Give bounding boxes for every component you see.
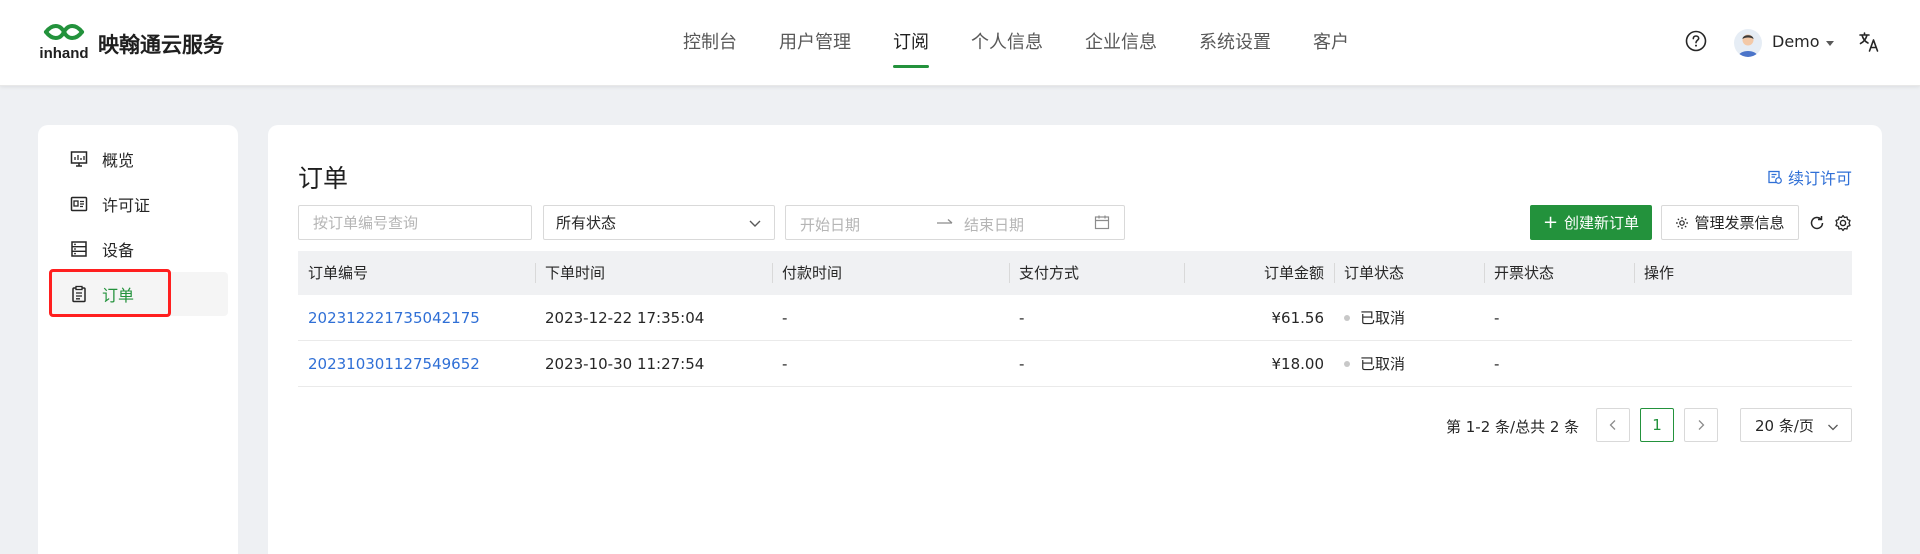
table-header: 订单编号 下单时间 付款时间 支付方式 订单金额 订单状态 开票状态 操作 — [298, 251, 1852, 295]
avatar[interactable] — [1734, 29, 1762, 57]
sidebar-item-label: 概览 — [102, 151, 135, 170]
create-order-label: 创建新订单 — [1564, 214, 1640, 232]
nav-console[interactable]: 控制台 — [662, 0, 758, 86]
orders-table: 订单编号 下单时间 付款时间 支付方式 订单金额 订单状态 开票状态 操作 20… — [298, 251, 1852, 387]
order-search-input[interactable] — [298, 205, 532, 240]
manage-invoice-button[interactable]: 管理发票信息 — [1661, 205, 1799, 240]
order-no-link[interactable]: 202310301127549652 — [298, 341, 535, 387]
date-range-picker[interactable]: 开始日期 结束日期 — [785, 205, 1125, 240]
pay-time: - — [782, 309, 788, 327]
gear-icon — [1676, 216, 1689, 229]
pagination-summary: 第 1-2 条/总共 2 条 — [1446, 418, 1580, 436]
nav-company-info[interactable]: 企业信息 — [1064, 0, 1178, 86]
calendar-icon — [1094, 215, 1110, 230]
settings-icon[interactable] — [1834, 214, 1852, 232]
sidebar-item-label: 设备 — [102, 241, 135, 260]
order-amount: ¥18.00 — [1271, 355, 1325, 373]
sidebar-item-overview[interactable]: 概览 — [50, 137, 228, 181]
nav-customers[interactable]: 客户 — [1292, 0, 1370, 86]
nav-personal-info[interactable]: 个人信息 — [950, 0, 1064, 86]
order-amount: ¥61.56 — [1271, 309, 1325, 327]
status-select-value: 所有状态 — [556, 214, 617, 232]
device-icon — [71, 241, 87, 257]
renew-link-label: 续订许可 — [1787, 169, 1852, 188]
help-circle-icon[interactable] — [1685, 30, 1707, 52]
nav-subscription[interactable]: 订阅 — [872, 0, 950, 86]
order-status-text: 已取消 — [1360, 355, 1406, 373]
header-actions: 操作 — [1634, 251, 1852, 295]
top-header: inhand 映翰通云服务 控制台 用户管理 订阅 个人信息 企业信息 系统设置… — [0, 0, 1920, 86]
sidebar-item-orders[interactable]: 订单 — [50, 272, 228, 316]
header-order-no: 订单编号 — [308, 264, 369, 282]
header-pay-time: 付款时间 — [772, 251, 1009, 295]
next-page-button[interactable] — [1684, 408, 1718, 442]
nav-system-settings[interactable]: 系统设置 — [1178, 0, 1292, 86]
user-avatar-icon — [1738, 34, 1758, 57]
sidebar-item-label: 订单 — [102, 286, 135, 305]
pay-time: - — [782, 355, 788, 373]
license-icon — [70, 196, 88, 212]
renew-license-link[interactable]: 续订许可 — [1768, 165, 1852, 189]
manage-invoice-label: 管理发票信息 — [1694, 214, 1785, 232]
sidebar-item-devices[interactable]: 设备 — [50, 227, 228, 271]
row-actions — [1634, 341, 1852, 387]
chevron-left-icon — [1609, 420, 1616, 430]
page-title: 订单 — [298, 164, 349, 193]
date-end-input[interactable]: 结束日期 — [964, 214, 1024, 235]
row-actions — [1634, 295, 1852, 341]
translate-icon[interactable] — [1858, 31, 1880, 53]
logo-text: inhand — [39, 45, 88, 62]
chevron-right-icon — [1698, 420, 1705, 430]
date-start-input[interactable]: 开始日期 — [800, 214, 860, 235]
user-name[interactable]: Demo — [1772, 32, 1820, 51]
page-number-button[interactable]: 1 — [1640, 408, 1674, 442]
table-row: 202310301127549652 2023-10-30 11:27:54 -… — [298, 341, 1852, 387]
arrow-right-icon — [937, 219, 953, 224]
chevron-down-icon — [1828, 424, 1838, 431]
pay-method: - — [1019, 309, 1025, 327]
dashboard-icon — [70, 151, 88, 167]
pay-method: - — [1019, 355, 1025, 373]
sidebar-item-license[interactable]: 许可证 — [50, 182, 228, 226]
create-order-button[interactable]: + 创建新订单 — [1530, 205, 1652, 240]
header-pay-method: 支付方式 — [1009, 251, 1184, 295]
invoice-status: - — [1494, 309, 1500, 327]
invoice-status: - — [1494, 355, 1500, 373]
main-panel: 订单 续订许可 所有状态 开始日期 结束日期 + 创建新订单 — [268, 125, 1882, 554]
caret-down-icon[interactable] — [1826, 39, 1834, 47]
order-time: 2023-10-30 11:27:54 — [545, 355, 705, 373]
status-select[interactable]: 所有状态 — [543, 205, 775, 240]
header-amount: 订单金额 — [1184, 251, 1334, 295]
status-dot-icon — [1344, 314, 1350, 321]
order-status-text: 已取消 — [1360, 309, 1406, 327]
page-size-select[interactable]: 20 条/页 — [1740, 408, 1852, 442]
order-status: 已取消 — [1334, 341, 1484, 387]
renew-icon — [1768, 170, 1782, 184]
inhand-logo[interactable]: inhand — [38, 22, 90, 64]
prev-page-button[interactable] — [1596, 408, 1630, 442]
sidebar: 概览 许可证 设备 订单 — [38, 125, 238, 554]
order-icon — [72, 285, 86, 303]
order-status: 已取消 — [1334, 295, 1484, 341]
page-size-value: 20 条/页 — [1755, 416, 1814, 435]
sidebar-item-label: 许可证 — [102, 196, 151, 215]
refresh-icon[interactable] — [1808, 214, 1826, 232]
top-nav: 控制台 用户管理 订阅 个人信息 企业信息 系统设置 客户 — [662, 0, 1370, 86]
header-order-time: 下单时间 — [535, 251, 772, 295]
nav-user-management[interactable]: 用户管理 — [758, 0, 872, 86]
order-time: 2023-12-22 17:35:04 — [545, 309, 705, 327]
chevron-down-icon — [749, 220, 761, 227]
header-order-status: 订单状态 — [1334, 251, 1484, 295]
brand-name: 映翰通云服务 — [98, 33, 224, 57]
order-no-link[interactable]: 202312221735042175 — [298, 295, 535, 341]
table-row: 202312221735042175 2023-12-22 17:35:04 -… — [298, 295, 1852, 341]
status-dot-icon — [1344, 360, 1350, 367]
header-invoice-status: 开票状态 — [1484, 251, 1634, 295]
plus-icon: + — [1542, 211, 1559, 233]
